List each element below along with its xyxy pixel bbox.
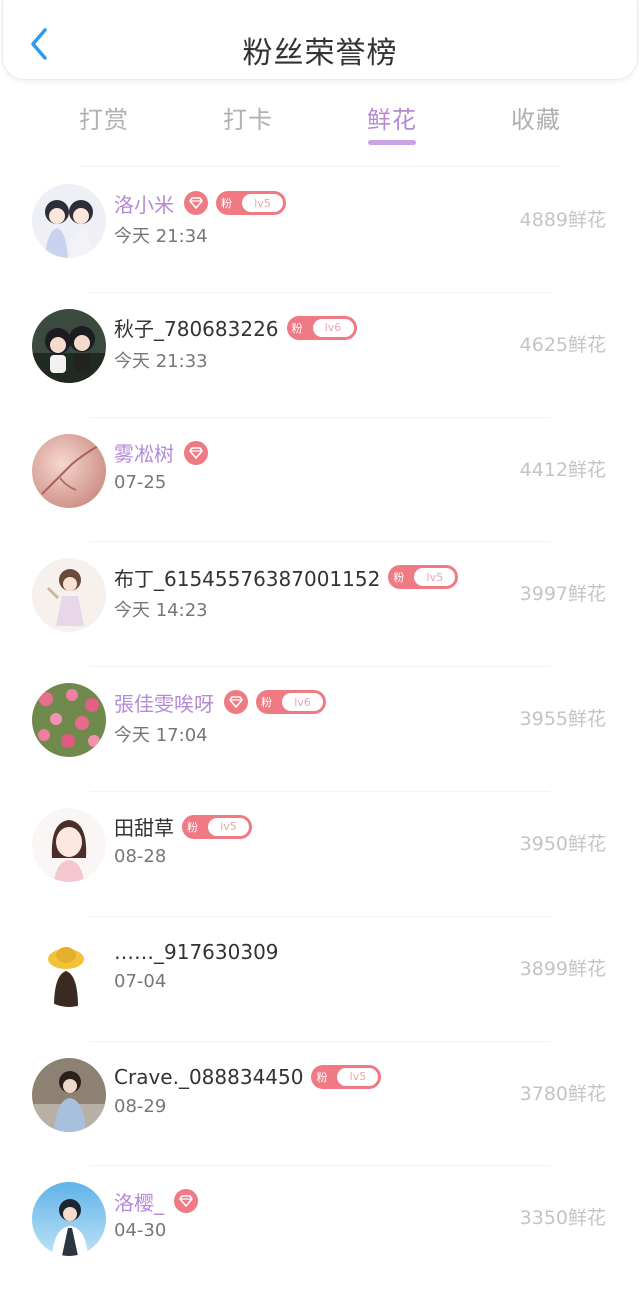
fan-name: 布丁_61545576387001152 bbox=[114, 566, 381, 591]
timestamp: 08-28 bbox=[114, 845, 167, 867]
tab-checkin[interactable]: 打卡 bbox=[176, 98, 320, 168]
list-item[interactable]: 張佳雯唉呀 粉 lv6 今天 17:04 3955鲜花 bbox=[0, 667, 640, 792]
flower-score: 3997鲜花 bbox=[519, 583, 606, 606]
fan-level-badge: 粉 lv5 bbox=[311, 1064, 382, 1089]
flower-score: 3899鲜花 bbox=[519, 957, 606, 980]
list-item[interactable]: 洛樱_ 04-30 3350鲜花 bbox=[0, 1166, 640, 1291]
fan-name: 洛樱_ bbox=[114, 1190, 164, 1215]
timestamp: 07-25 bbox=[114, 471, 167, 493]
fan-badge-level: lv5 bbox=[208, 817, 249, 836]
fan-level-badge: 粉 lv5 bbox=[388, 565, 459, 590]
avatar[interactable] bbox=[32, 1182, 106, 1257]
divider bbox=[80, 166, 560, 167]
timestamp: 今天 21:33 bbox=[114, 350, 208, 372]
avatar[interactable] bbox=[32, 433, 106, 508]
list-item[interactable]: 洛小米 粉 lv5 今天 21:34 4889鲜花 bbox=[0, 168, 640, 293]
fan-level-badge: 粉 lv5 bbox=[216, 191, 286, 215]
avatar[interactable] bbox=[32, 308, 106, 383]
fan-name: 雾凇树 bbox=[114, 442, 174, 467]
fan-name: 秋子_780683226 bbox=[114, 317, 279, 342]
flower-score: 3780鲜花 bbox=[519, 1082, 606, 1105]
fan-badge-char: 粉 bbox=[261, 696, 272, 710]
fan-badge-char: 粉 bbox=[316, 1070, 328, 1084]
diamond-icon bbox=[184, 191, 208, 215]
flower-score: 3955鲜花 bbox=[519, 708, 606, 731]
tab-label: 打卡 bbox=[223, 106, 273, 134]
timestamp: 今天 21:34 bbox=[114, 226, 208, 247]
top-bar: 粉丝荣誉榜 bbox=[2, 0, 638, 80]
tab-favorites[interactable]: 收藏 bbox=[464, 98, 608, 168]
timestamp: 08-29 bbox=[114, 1095, 167, 1117]
fan-name: ……_917630309 bbox=[114, 939, 279, 964]
tab-label: 打赏 bbox=[79, 106, 129, 134]
diamond-icon bbox=[174, 1189, 198, 1214]
fan-name: 洛小米 bbox=[114, 192, 174, 217]
diamond-icon bbox=[224, 690, 248, 715]
fan-name: 張佳雯唉呀 bbox=[114, 691, 214, 716]
fan-badge-level: lv6 bbox=[312, 318, 354, 337]
timestamp: 今天 14:23 bbox=[114, 600, 208, 622]
avatar[interactable] bbox=[32, 683, 106, 758]
timestamp: 07-04 bbox=[114, 970, 167, 992]
tab-bar: 打赏 打卡 鲜花 收藏 bbox=[32, 98, 608, 168]
list-item[interactable]: 雾凇树 07-25 4412鲜花 bbox=[0, 418, 640, 543]
flower-score: 4412鲜花 bbox=[519, 458, 606, 481]
fan-name: Crave._088834450 bbox=[114, 1064, 304, 1089]
avatar[interactable] bbox=[32, 1057, 106, 1132]
list-item[interactable]: 布丁_61545576387001152 粉 lv5 今天 14:23 3997… bbox=[0, 542, 640, 668]
fan-badge-char: 粉 bbox=[393, 571, 405, 585]
flower-score: 3350鲜花 bbox=[519, 1207, 606, 1230]
flower-score: 4625鲜花 bbox=[519, 333, 606, 356]
avatar[interactable] bbox=[32, 558, 106, 633]
fan-ranking-list: 洛小米 粉 lv5 今天 21:34 4889鲜花 秋子_780683226 粉… bbox=[0, 168, 640, 1291]
tab-flowers[interactable]: 鲜花 bbox=[320, 98, 464, 168]
flower-score: 4889鲜花 bbox=[519, 209, 606, 231]
list-item[interactable]: 田甜草 粉 lv5 08-28 3950鲜花 bbox=[0, 792, 640, 917]
tab-reward[interactable]: 打赏 bbox=[32, 98, 176, 168]
list-item[interactable]: ……_917630309 07-04 3899鲜花 bbox=[0, 917, 640, 1042]
fan-level-badge: 粉 lv6 bbox=[256, 690, 326, 715]
fan-badge-level: lv6 bbox=[282, 693, 323, 712]
tab-label: 鲜花 bbox=[367, 106, 417, 134]
fan-badge-level: lv5 bbox=[414, 568, 456, 587]
avatar[interactable] bbox=[32, 932, 106, 1007]
fan-badge-char: 粉 bbox=[187, 820, 198, 834]
fan-badge-char: 粉 bbox=[221, 197, 232, 210]
flower-score: 3950鲜花 bbox=[519, 832, 606, 855]
page-title: 粉丝荣誉榜 bbox=[242, 36, 398, 71]
avatar[interactable] bbox=[32, 184, 106, 258]
fan-badge-level: lv5 bbox=[242, 194, 283, 212]
timestamp: 04-30 bbox=[114, 1220, 167, 1242]
avatar[interactable] bbox=[32, 807, 106, 882]
tab-label: 收藏 bbox=[511, 106, 561, 134]
fan-name: 田甜草 bbox=[114, 816, 174, 841]
diamond-icon bbox=[184, 440, 208, 465]
fan-badge-level: lv5 bbox=[337, 1067, 379, 1086]
fan-level-badge: 粉 lv5 bbox=[182, 814, 252, 839]
fan-badge-char: 粉 bbox=[291, 321, 303, 335]
fan-level-badge: 粉 lv6 bbox=[286, 315, 357, 340]
active-tab-indicator bbox=[368, 140, 416, 145]
list-item[interactable]: Crave._088834450 粉 lv5 08-29 3780鲜花 bbox=[0, 1042, 640, 1167]
timestamp: 今天 17:04 bbox=[114, 725, 208, 747]
list-item[interactable]: 秋子_780683226 粉 lv6 今天 21:33 4625鲜花 bbox=[0, 293, 640, 418]
